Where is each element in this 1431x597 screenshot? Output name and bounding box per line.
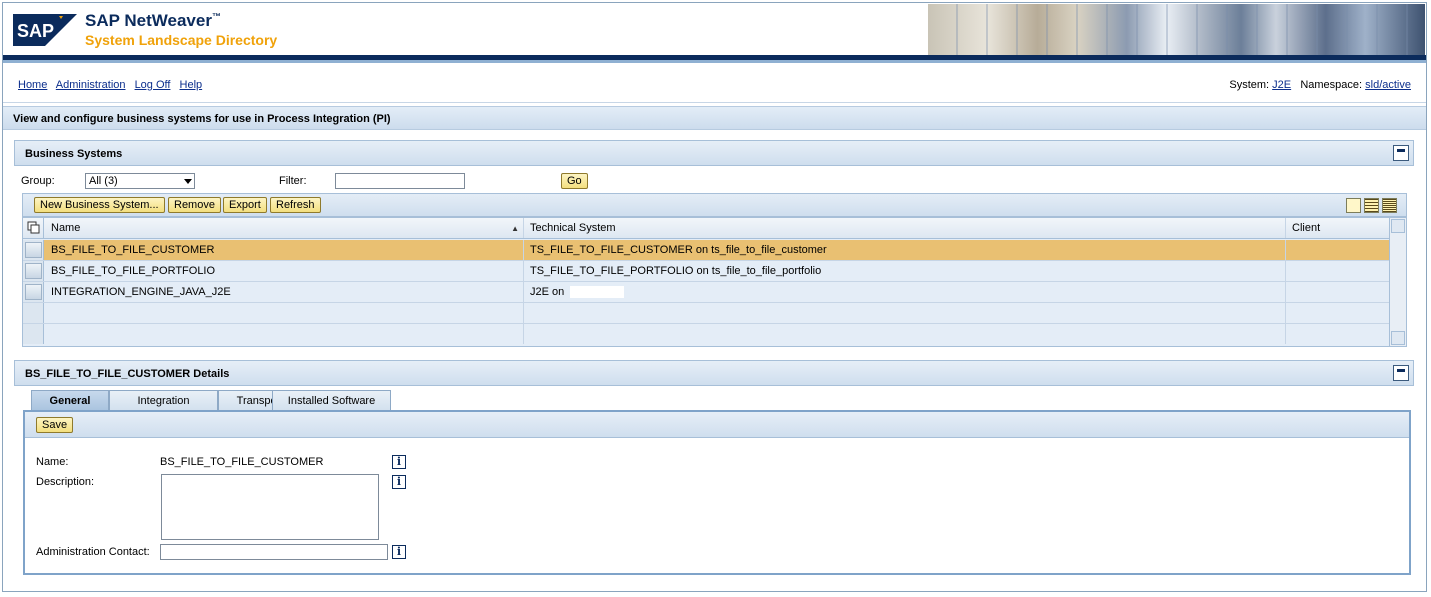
cell-empty: [45, 324, 524, 344]
business-systems-table: Name ▲ Technical System Client BS_FILE_T…: [22, 217, 1407, 347]
cell-technical-system[interactable]: TS_FILE_TO_FILE_PORTFOLIO on ts_file_to_…: [524, 261, 1286, 281]
description-field[interactable]: [161, 474, 379, 540]
info-icon[interactable]: i: [392, 475, 406, 489]
table-header-row: Name ▲ Technical System Client: [23, 218, 1390, 239]
row-selector-handle: [25, 284, 42, 300]
group-select[interactable]: All (3): [85, 173, 195, 189]
info-icon[interactable]: i: [392, 455, 406, 469]
select-all-cell[interactable]: [23, 218, 44, 238]
row-selector[interactable]: [23, 282, 44, 302]
group-label: Group:: [21, 175, 55, 187]
product-title: SAP NetWeaver™: [85, 11, 221, 30]
header-divider-light: [3, 60, 1426, 63]
cell-empty: [524, 303, 1286, 323]
row-selector: [23, 324, 44, 344]
cell-name[interactable]: INTEGRATION_ENGINE_JAVA_J2E: [45, 282, 524, 302]
column-name-label: Name: [51, 222, 81, 234]
header-banner-image: [928, 4, 1425, 55]
nav-administration-link[interactable]: Administration: [56, 79, 126, 91]
row-selector-handle: [25, 242, 42, 258]
general-tab-panel: Save Name: BS_FILE_TO_FILE_CUSTOMER i De…: [23, 410, 1411, 575]
table-row[interactable]: INTEGRATION_ENGINE_JAVA_J2E J2E on: [23, 282, 1390, 303]
table-row-empty: [23, 324, 1390, 345]
product-subtitle: System Landscape Directory: [85, 32, 278, 48]
tab-integration[interactable]: Integration: [109, 390, 218, 411]
details-collapse-button[interactable]: [1393, 365, 1409, 381]
table-row-empty: [23, 303, 1390, 324]
cell-name[interactable]: BS_FILE_TO_FILE_PORTFOLIO: [45, 261, 524, 281]
scroll-down-icon[interactable]: [1391, 331, 1405, 345]
table-row[interactable]: BS_FILE_TO_FILE_CUSTOMER TS_FILE_TO_FILE…: [23, 240, 1390, 261]
page-title: View and configure business systems for …: [3, 106, 1426, 130]
filter-input[interactable]: [335, 173, 465, 189]
description-label: Description:: [36, 476, 95, 488]
cell-empty: [45, 303, 524, 323]
view-compact-icon[interactable]: [1346, 198, 1361, 213]
new-business-system-button[interactable]: New Business System...: [34, 197, 165, 213]
top-nav: Home Administration Log Off Help: [18, 79, 208, 91]
select-all-icon: [27, 221, 40, 234]
details-title: BS_FILE_TO_FILE_CUSTOMER Details: [25, 368, 230, 380]
administration-contact-field[interactable]: [160, 544, 388, 560]
sap-logo: SAP: [13, 14, 77, 46]
administration-contact-label: Administration Contact:: [36, 546, 150, 558]
cell-client[interactable]: [1286, 261, 1390, 281]
cell-client[interactable]: [1286, 282, 1390, 302]
table-row[interactable]: BS_FILE_TO_FILE_PORTFOLIO TS_FILE_TO_FIL…: [23, 261, 1390, 282]
cell-technical-system[interactable]: TS_FILE_TO_FILE_CUSTOMER on ts_file_to_f…: [524, 240, 1286, 260]
redacted-block: [570, 286, 625, 299]
filter-label: Filter:: [279, 175, 307, 187]
business-systems-collapse-button[interactable]: [1393, 145, 1409, 161]
app-frame: SAP SAP NetWeaver™ System Landscape Dire…: [2, 2, 1427, 592]
name-label: Name:: [36, 456, 69, 468]
nav-help-link[interactable]: Help: [180, 79, 203, 91]
save-button[interactable]: Save: [36, 417, 74, 433]
view-dense-icon[interactable]: [1382, 198, 1397, 213]
namespace-link[interactable]: sld/active: [1365, 79, 1411, 91]
scroll-up-icon[interactable]: [1391, 219, 1405, 233]
name-value: BS_FILE_TO_FILE_CUSTOMER: [160, 456, 324, 468]
chevron-down-icon: [184, 179, 192, 184]
system-info: System: J2E Namespace: sld/active: [1229, 79, 1411, 91]
cell-client[interactable]: [1286, 240, 1390, 260]
info-icon[interactable]: i: [392, 545, 406, 559]
view-list-icon[interactable]: [1364, 198, 1379, 213]
business-systems-title: Business Systems: [25, 148, 123, 160]
nav-home-link[interactable]: Home: [18, 79, 47, 91]
cell-name[interactable]: BS_FILE_TO_FILE_CUSTOMER: [45, 240, 524, 260]
table-scrollbar[interactable]: [1389, 218, 1406, 346]
filter-row: Group: All (3) Filter: Go: [21, 173, 1401, 191]
business-systems-panel-header: Business Systems: [14, 140, 1414, 166]
details-toolbar: Save: [25, 412, 1409, 438]
group-select-value: All (3): [89, 175, 118, 187]
cell-technical-system-text: J2E on: [530, 286, 565, 298]
export-button[interactable]: Export: [223, 197, 267, 213]
details-panel-header: BS_FILE_TO_FILE_CUSTOMER Details: [14, 360, 1414, 386]
column-header-client[interactable]: Client: [1286, 218, 1390, 238]
remove-button[interactable]: Remove: [168, 197, 221, 213]
row-selector-handle: [25, 263, 42, 279]
table-toolbar: New Business System... Remove Export Ref…: [22, 193, 1407, 217]
column-header-name[interactable]: Name ▲: [45, 218, 524, 238]
system-link[interactable]: J2E: [1272, 79, 1291, 91]
refresh-button[interactable]: Refresh: [270, 197, 321, 213]
sort-ascending-icon[interactable]: ▲: [511, 224, 519, 233]
namespace-label: Namespace:: [1300, 79, 1363, 91]
go-button[interactable]: Go: [561, 173, 588, 189]
system-label: System:: [1229, 79, 1270, 91]
header: SAP SAP NetWeaver™ System Landscape Dire…: [3, 3, 1426, 55]
svg-text:SAP: SAP: [17, 21, 54, 41]
column-header-technical-system[interactable]: Technical System: [524, 218, 1286, 238]
row-selector[interactable]: [23, 261, 44, 281]
cell-technical-system[interactable]: J2E on: [524, 282, 1286, 302]
nav-logoff-link[interactable]: Log Off: [135, 79, 171, 91]
row-selector: [23, 303, 44, 323]
tab-installed-software[interactable]: Installed Software: [272, 390, 391, 411]
cell-empty: [524, 324, 1286, 344]
nav-divider: [3, 102, 1426, 103]
row-selector[interactable]: [23, 240, 44, 260]
tab-general[interactable]: General: [31, 390, 109, 411]
